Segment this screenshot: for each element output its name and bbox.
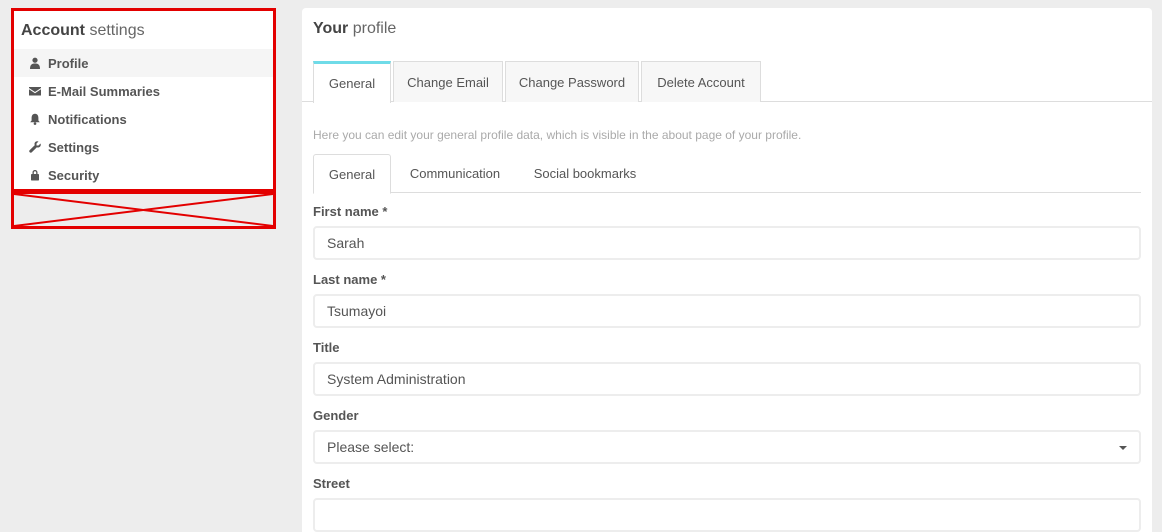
first-name-label: First name * [313, 204, 388, 219]
title-field[interactable] [313, 362, 1141, 396]
gender-select-value: Please select: [327, 439, 415, 455]
last-name-label: Last name * [313, 272, 386, 287]
page-title-light: profile [352, 20, 397, 37]
profile-tabs: General Change Email Change Password Del… [302, 61, 1152, 103]
page-title: Your profile [313, 20, 396, 38]
last-name-field[interactable] [313, 294, 1141, 328]
street-field[interactable] [313, 498, 1141, 532]
sidebar-title-bold: Account [21, 22, 85, 39]
bell-icon [28, 112, 42, 126]
street-label: Street [313, 476, 350, 491]
tab-general[interactable]: General [313, 61, 391, 103]
profile-panel: Your profile General Change Email Change… [302, 8, 1152, 532]
profile-subtabs: General Communication Social bookmarks [313, 154, 1141, 194]
subtab-communication[interactable]: Communication [395, 154, 515, 193]
subtab-general[interactable]: General [313, 154, 391, 194]
sidebar-item-profile[interactable]: Profile [14, 49, 273, 77]
page-title-bold: Your [313, 20, 349, 37]
sidebar-item-label: E-Mail Summaries [48, 83, 160, 99]
lock-icon [28, 168, 42, 182]
sidebar-item-settings[interactable]: Settings [14, 133, 273, 161]
sidebar-title-light: settings [89, 22, 145, 39]
envelope-icon [28, 84, 42, 98]
sidebar-item-notifications[interactable]: Notifications [14, 105, 273, 133]
sidebar-title: Account settings [14, 11, 273, 49]
sidebar-item-security[interactable]: Security [14, 161, 273, 189]
sidebar-item-label: Profile [48, 55, 89, 71]
gender-label: Gender [313, 408, 359, 423]
caret-down-icon [1119, 446, 1127, 450]
tab-delete-account[interactable]: Delete Account [641, 61, 761, 102]
placeholder-box [11, 191, 276, 229]
sidebar-item-label: Notifications [48, 111, 127, 127]
sidebar-item-email-summaries[interactable]: E-Mail Summaries [14, 77, 273, 105]
tab-change-email[interactable]: Change Email [393, 61, 503, 102]
sidebar-item-label: Security [48, 167, 100, 183]
wrench-icon [28, 140, 42, 154]
user-icon [28, 56, 42, 70]
subtab-social-bookmarks[interactable]: Social bookmarks [523, 154, 647, 193]
intro-text: Here you can edit your general profile d… [313, 128, 802, 142]
sidebar-item-label: Settings [48, 139, 100, 155]
tab-change-password[interactable]: Change Password [505, 61, 639, 102]
account-settings-sidebar: Account settings Profile E-Mail Summarie… [11, 8, 276, 192]
gender-select[interactable]: Please select: [313, 430, 1141, 464]
first-name-field[interactable] [313, 226, 1141, 260]
sidebar-menu: Profile E-Mail Summaries Notifications S… [14, 49, 273, 189]
title-label: Title [313, 340, 340, 355]
cross-marker [14, 194, 273, 226]
